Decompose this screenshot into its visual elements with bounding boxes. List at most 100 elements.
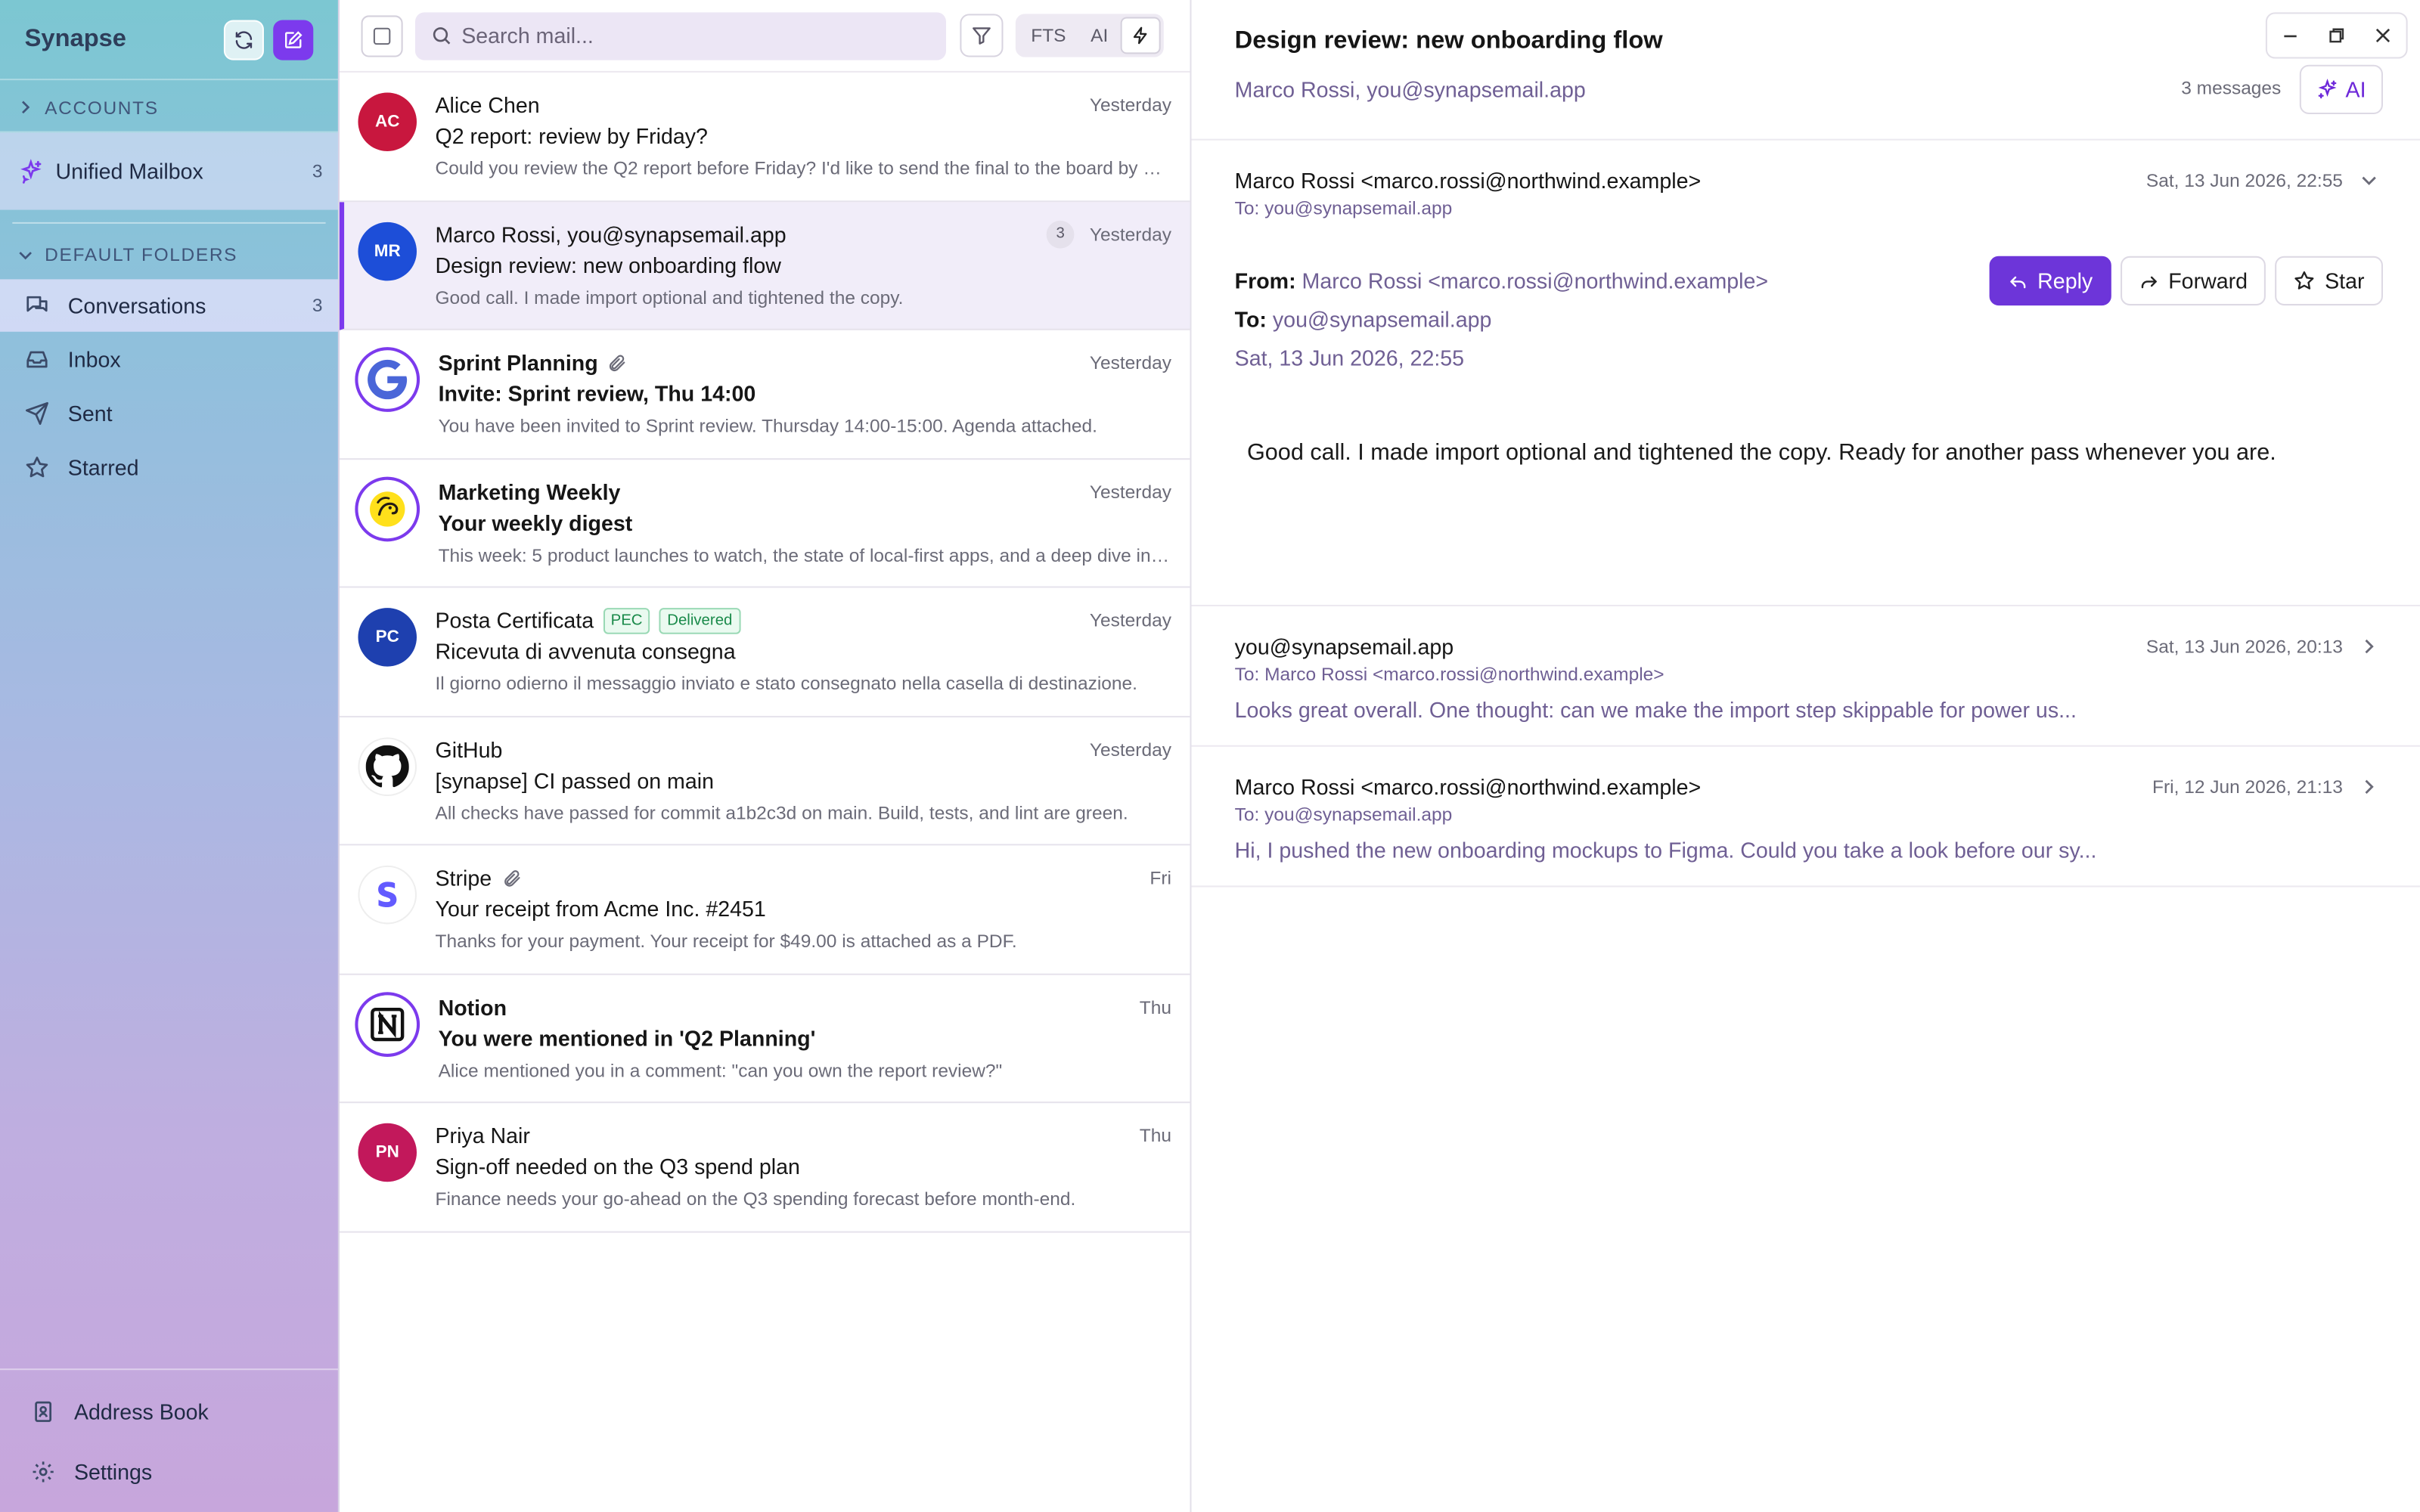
sidebar-item-sent[interactable]: Sent	[0, 387, 338, 439]
message-subject: You were mentioned in 'Q2 Planning'	[438, 1025, 816, 1050]
sidebar-item-inbox[interactable]: Inbox	[0, 333, 338, 386]
message-subject: Sign-off needed on the Q3 spend plan	[435, 1154, 800, 1179]
message-actions: Reply Forward Star	[1981, 256, 2383, 306]
sender-name: Marco Rossi, you@synapsemail.app	[435, 221, 786, 246]
reply-button[interactable]: Reply	[1989, 256, 2111, 306]
from-value: Marco Rossi <marco.rossi@northwind.examp…	[1302, 268, 1769, 293]
message-subject: Design review: new onboarding flow	[435, 252, 781, 277]
filter-icon	[973, 27, 991, 45]
avatar: AC	[358, 92, 417, 151]
star-button[interactable]: Star	[2275, 256, 2383, 306]
message-date: Yesterday	[1089, 352, 1171, 373]
reply-label: Reply	[2037, 268, 2093, 293]
compose-icon	[285, 30, 302, 48]
sender-name: Marketing Weekly	[438, 479, 621, 504]
lightning-icon	[1133, 26, 1147, 45]
mode-fts[interactable]: FTS	[1019, 17, 1078, 54]
sidebar-item-label: Conversations	[67, 293, 206, 318]
message-date: Thu	[1139, 996, 1171, 1018]
message-subject: Ricevuta di avvenuta consegna	[435, 638, 736, 664]
message-date: Yesterday	[1089, 480, 1171, 503]
sparkle-icon	[2318, 79, 2337, 99]
list-item[interactable]: Notion Thu You were mentioned in 'Q2 Pla…	[339, 974, 1190, 1104]
sidebar-item-settings[interactable]: Settings	[0, 1442, 338, 1501]
chevron-right-icon[interactable]	[2361, 779, 2376, 795]
unified-mailbox[interactable]: Unified Mailbox 3	[0, 132, 338, 210]
chevron-right-icon[interactable]	[2361, 639, 2376, 654]
search-input[interactable]	[461, 23, 925, 48]
address-book-icon	[35, 1401, 52, 1422]
message-from: you@synapsemail.app	[1234, 634, 1454, 659]
reply-icon	[2010, 275, 2026, 288]
list-item-selected[interactable]: MR Marco Rossi, you@synapsemail.app 3 Ye…	[339, 201, 1190, 330]
search-icon	[433, 27, 451, 45]
search-box	[414, 11, 947, 60]
divider	[12, 222, 326, 224]
message-subject: [synapse] CI passed on main	[435, 767, 714, 792]
message-to: To: you@synapsemail.app	[1234, 804, 1453, 826]
chevron-down-icon[interactable]	[2361, 173, 2376, 188]
list-item[interactable]: AC Alice Chen Yesterday Q2 report: revie…	[339, 73, 1190, 202]
sidebar: Synapse ACCOUNTS Unified Mailbox 3 DEFAU…	[0, 0, 340, 1512]
chevron-right-icon	[22, 101, 30, 114]
forward-button[interactable]: Forward	[2120, 256, 2266, 306]
message-date: Thu	[1139, 1124, 1171, 1147]
message-date: Fri, 12 Jun 2026, 21:13	[2152, 776, 2343, 798]
mode-instant[interactable]	[1120, 17, 1161, 54]
avatar: PN	[358, 1123, 417, 1182]
thread-title: Design review: new onboarding flow	[1234, 27, 1663, 54]
message-count: 3 messages	[2181, 77, 2282, 99]
message-preview: Looks great overall. One thought: can we…	[1234, 697, 2077, 723]
avatar	[358, 736, 417, 796]
sender-name: Posta Certificata	[435, 608, 594, 633]
sidebar-item-conversations[interactable]: Conversations 3	[0, 279, 338, 332]
refresh-button[interactable]	[223, 19, 264, 60]
default-folders-toggle[interactable]: DEFAULT FOLDERS	[0, 230, 338, 279]
ai-button[interactable]: AI	[2299, 64, 2383, 115]
sidebar-item-starred[interactable]: Starred	[0, 442, 338, 494]
message-list: FTS AI AC Alice Chen Yesterday Q2 report…	[339, 0, 1192, 1512]
star-label: Star	[2325, 268, 2365, 293]
message-collapsed[interactable]: you@synapsemail.app Sat, 13 Jun 2026, 20…	[1191, 606, 2420, 747]
filter-button[interactable]	[960, 14, 1004, 57]
attachment-icon	[504, 869, 520, 886]
list-item[interactable]: GitHub Yesterday [synapse] CI passed on …	[339, 717, 1190, 846]
search-mode-toggle: FTS AI	[1015, 14, 1164, 57]
message-to: To: you@synapsemail.app	[1234, 197, 1453, 219]
sidebar-item-address-book[interactable]: Address Book	[0, 1383, 338, 1442]
to-label: To:	[1234, 307, 1267, 332]
thread-header: Design review: new onboarding flow Marco…	[1191, 0, 2420, 141]
message-preview: This week: 5 product launches to watch, …	[438, 544, 1171, 565]
sidebar-item-label: Sent	[67, 401, 113, 426]
compose-button[interactable]	[273, 19, 314, 60]
list-item[interactable]: Sprint Planning Yesterday Invite: Sprint…	[339, 330, 1190, 460]
sidebar-footer: Address Book Settings	[0, 1368, 338, 1512]
select-all-checkbox[interactable]	[361, 14, 403, 57]
sender-name: GitHub	[435, 736, 503, 762]
mode-ai[interactable]: AI	[1078, 17, 1121, 54]
message-date: Sat, 13 Jun 2026, 20:13	[2145, 635, 2343, 658]
avatar: MR	[358, 221, 417, 280]
chevron-down-icon	[19, 251, 32, 259]
message-date: Yesterday	[1089, 94, 1171, 116]
message-subject: Your receipt from Acme Inc. #2451	[435, 896, 766, 922]
mail-app: Synapse ACCOUNTS Unified Mailbox 3 DEFAU…	[0, 0, 2420, 1512]
list-item[interactable]: Stripe Fri Your receipt from Acme Inc. #…	[339, 845, 1190, 974]
sidebar-header: Synapse	[0, 0, 338, 81]
list-item[interactable]: PC Posta Certificata PEC Delivered Yeste…	[339, 588, 1190, 717]
avatar	[355, 476, 420, 541]
message-collapsed[interactable]: Marco Rossi <marco.rossi@northwind.examp…	[1191, 747, 2420, 888]
accounts-section-toggle[interactable]: ACCOUNTS	[0, 83, 338, 133]
message-subject: Your weekly digest	[438, 510, 633, 535]
star-icon	[26, 457, 48, 478]
message-date: Yesterday	[1089, 222, 1171, 245]
unified-mailbox-count: 3	[312, 160, 323, 182]
message-preview: Could you review the Q2 report before Fr…	[435, 157, 1171, 179]
star-icon	[2295, 271, 2315, 290]
message-preview: Alice mentioned you in a comment: "can y…	[438, 1059, 1003, 1081]
date-line: Sat, 13 Jun 2026, 22:55	[1234, 345, 1465, 370]
list-item[interactable]: Marketing Weekly Yesterday Your weekly d…	[339, 459, 1190, 588]
message-from: Marco Rossi <marco.rossi@northwind.examp…	[1234, 168, 1702, 194]
list-item[interactable]: PN Priya Nair Thu Sign-off needed on the…	[339, 1103, 1190, 1232]
checkbox-icon	[373, 26, 391, 45]
